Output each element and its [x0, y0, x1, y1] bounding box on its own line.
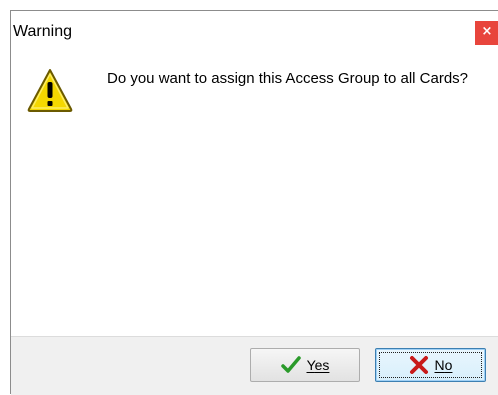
- dialog-message: Do you want to assign this Access Group …: [107, 70, 469, 87]
- button-bar: Yes No: [11, 336, 498, 395]
- window-title: Warning: [13, 23, 72, 40]
- focus-indicator: [379, 352, 482, 378]
- dialog-frame: Warning × Do you want to assign this Acc…: [10, 10, 498, 395]
- warning-dialog: Warning × Do you want to assign this Acc…: [0, 0, 498, 395]
- title-bar[interactable]: Warning ×: [11, 11, 498, 54]
- close-button[interactable]: ×: [475, 21, 498, 45]
- dialog-content: Do you want to assign this Access Group …: [11, 54, 498, 334]
- warning-icon: [27, 69, 73, 112]
- yes-button-label: Yes: [306, 357, 330, 373]
- no-button-label: No: [434, 357, 453, 373]
- x-icon: [409, 356, 428, 374]
- checkmark-icon: [280, 356, 301, 373]
- yes-button[interactable]: Yes: [250, 348, 360, 382]
- close-icon: ×: [481, 24, 493, 39]
- no-button[interactable]: No: [375, 348, 486, 382]
